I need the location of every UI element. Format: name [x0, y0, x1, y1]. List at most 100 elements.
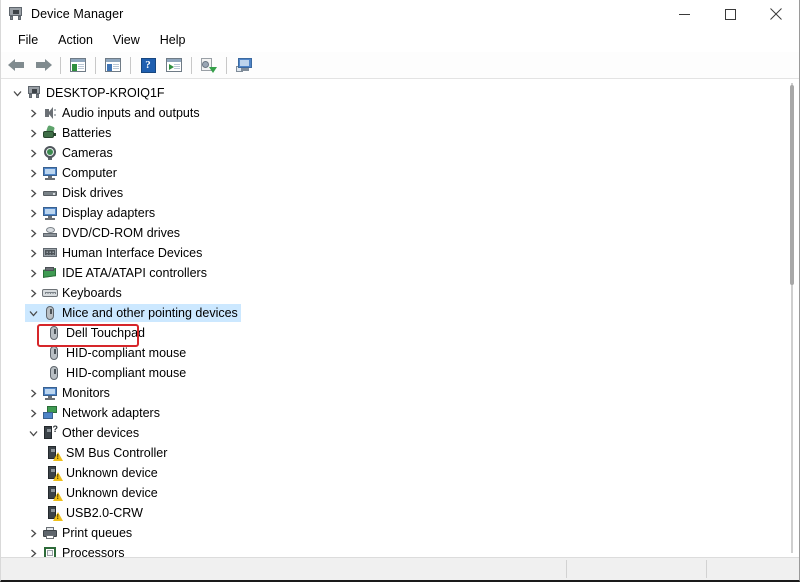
- device-tree-pane: DESKTOP-KROIQ1F Audio inputs and outputs: [1, 79, 799, 557]
- menu-file[interactable]: File: [9, 31, 47, 49]
- printer-icon: [41, 523, 59, 543]
- tree-item-disk-drives[interactable]: Disk drives: [1, 183, 799, 203]
- battery-icon: [41, 123, 59, 143]
- tree-item-processors[interactable]: Processors: [1, 543, 799, 557]
- tree-item-ide-ata-atapi-controllers[interactable]: IDE ATA/ATAPI controllers: [1, 263, 799, 283]
- update-driver-icon[interactable]: [196, 53, 222, 77]
- scrollbar-thumb[interactable]: [790, 85, 794, 285]
- tree-item-usb2-0-crw[interactable]: USB2.0-CRW: [1, 503, 799, 523]
- chevron-down-icon[interactable]: [9, 83, 25, 103]
- tree-item-human-interface-devices[interactable]: Human Interface Devices: [1, 243, 799, 263]
- tree-item-network-adapters[interactable]: Network adapters: [1, 403, 799, 423]
- statusbar-divider: [566, 560, 567, 578]
- tree-item-mice-and-other-pointing-devices[interactable]: Mice and other pointing devices: [1, 303, 799, 323]
- chevron-down-icon[interactable]: [25, 423, 41, 443]
- chevron-right-icon[interactable]: [25, 103, 41, 123]
- tree-item-label: Human Interface Devices: [62, 245, 203, 260]
- tree-item-label: DVD/CD-ROM drives: [62, 225, 181, 240]
- tree-item-label: Batteries: [62, 125, 112, 140]
- tree-item-computer[interactable]: Computer: [1, 163, 799, 183]
- maximize-icon[interactable]: [707, 0, 753, 28]
- show-hide-console-tree-icon[interactable]: [65, 53, 91, 77]
- display-adapter-icon: [41, 203, 59, 223]
- other-device-warning-icon: [45, 503, 63, 523]
- hid-icon: [41, 243, 59, 263]
- device-manager-window: Device Manager File Action View Help ? D…: [0, 0, 800, 582]
- network-adapter-icon: [41, 403, 59, 423]
- tree-item-label: Print queues: [62, 525, 133, 540]
- chevron-right-icon[interactable]: [25, 543, 41, 557]
- tree-item-hid-compliant-mouse[interactable]: HID-compliant mouse: [1, 363, 799, 383]
- chevron-right-icon[interactable]: [25, 383, 41, 403]
- properties-icon[interactable]: [100, 53, 126, 77]
- titlebar: Device Manager: [1, 0, 799, 28]
- chevron-right-icon[interactable]: [25, 163, 41, 183]
- chevron-right-icon[interactable]: [25, 223, 41, 243]
- show-hide-action-pane-icon[interactable]: [161, 53, 187, 77]
- dvd-drive-icon: [41, 223, 59, 243]
- tree-item-label: Unknown device: [66, 465, 158, 480]
- tree-item-label: Cameras: [62, 145, 113, 160]
- speaker-icon: [41, 103, 59, 123]
- scan-for-hardware-changes-icon[interactable]: [231, 53, 257, 77]
- vertical-scrollbar[interactable]: [785, 79, 799, 557]
- tree-item-sm-bus-controller[interactable]: SM Bus Controller: [1, 443, 799, 463]
- help-icon[interactable]: ?: [135, 53, 161, 77]
- chevron-right-icon[interactable]: [25, 143, 41, 163]
- tree-item-label: IDE ATA/ATAPI controllers: [62, 265, 207, 280]
- chevron-down-icon[interactable]: [25, 303, 41, 323]
- menu-help[interactable]: Help: [151, 31, 195, 49]
- tree-item-root[interactable]: DESKTOP-KROIQ1F: [1, 83, 799, 103]
- tree-item-audio-inputs-and-outputs[interactable]: Audio inputs and outputs: [1, 103, 799, 123]
- tree-item-label: Disk drives: [62, 185, 124, 200]
- chevron-right-icon[interactable]: [25, 523, 41, 543]
- toolbar-separator: [95, 56, 96, 74]
- tree-item-label: Display adapters: [62, 205, 156, 220]
- other-device-warning-icon: [45, 463, 63, 483]
- mouse-icon: [45, 323, 63, 343]
- tree-item-display-adapters[interactable]: Display adapters: [1, 203, 799, 223]
- chevron-right-icon[interactable]: [25, 243, 41, 263]
- tree-item-label: Computer: [62, 165, 117, 180]
- tree-item-keyboards[interactable]: Keyboards: [1, 283, 799, 303]
- toolbar-separator: [191, 56, 192, 74]
- chevron-right-icon[interactable]: [25, 123, 41, 143]
- menubar: File Action View Help: [1, 28, 799, 52]
- back-arrow-icon[interactable]: [4, 53, 30, 77]
- chevron-right-icon[interactable]: [25, 183, 41, 203]
- tree-item-unknown-device[interactable]: Unknown device: [1, 463, 799, 483]
- statusbar-divider: [706, 560, 707, 578]
- chevron-right-icon[interactable]: [25, 203, 41, 223]
- window-title: Device Manager: [31, 7, 124, 21]
- chevron-right-icon[interactable]: [25, 403, 41, 423]
- tree-item-dvd-cd-rom-drives[interactable]: DVD/CD-ROM drives: [1, 223, 799, 243]
- tree-item-label: Keyboards: [62, 285, 122, 300]
- toolbar-separator: [130, 56, 131, 74]
- tree-item-label: Other devices: [62, 425, 140, 440]
- tree-item-print-queues[interactable]: Print queues: [1, 523, 799, 543]
- tree-item-monitors[interactable]: Monitors: [1, 383, 799, 403]
- tree-item-label: Audio inputs and outputs: [62, 105, 200, 120]
- mouse-icon: [41, 303, 59, 323]
- tree-item-unknown-device[interactable]: Unknown device: [1, 483, 799, 503]
- tree-item-other-devices[interactable]: ? Other devices: [1, 423, 799, 443]
- other-device-icon: ?: [41, 423, 59, 443]
- minimize-icon[interactable]: [661, 0, 707, 28]
- mouse-icon: [45, 343, 63, 363]
- forward-arrow-icon[interactable]: [30, 53, 56, 77]
- tree-item-cameras[interactable]: Cameras: [1, 143, 799, 163]
- tree-item-batteries[interactable]: Batteries: [1, 123, 799, 143]
- camera-icon: [41, 143, 59, 163]
- tree-item-label: Dell Touchpad: [66, 325, 145, 340]
- menu-view[interactable]: View: [104, 31, 149, 49]
- tree-item-dell-touchpad[interactable]: Dell Touchpad: [1, 323, 799, 347]
- toolbar: ?: [1, 52, 799, 79]
- close-icon[interactable]: [753, 0, 799, 28]
- chevron-right-icon[interactable]: [25, 283, 41, 303]
- tree-item-label: DESKTOP-KROIQ1F: [46, 85, 165, 100]
- menu-action[interactable]: Action: [49, 31, 102, 49]
- tree-item-hid-compliant-mouse[interactable]: HID-compliant mouse: [1, 343, 799, 363]
- mouse-icon: [45, 363, 63, 383]
- chevron-right-icon[interactable]: [25, 263, 41, 283]
- tree-item-label: USB2.0-CRW: [66, 505, 143, 520]
